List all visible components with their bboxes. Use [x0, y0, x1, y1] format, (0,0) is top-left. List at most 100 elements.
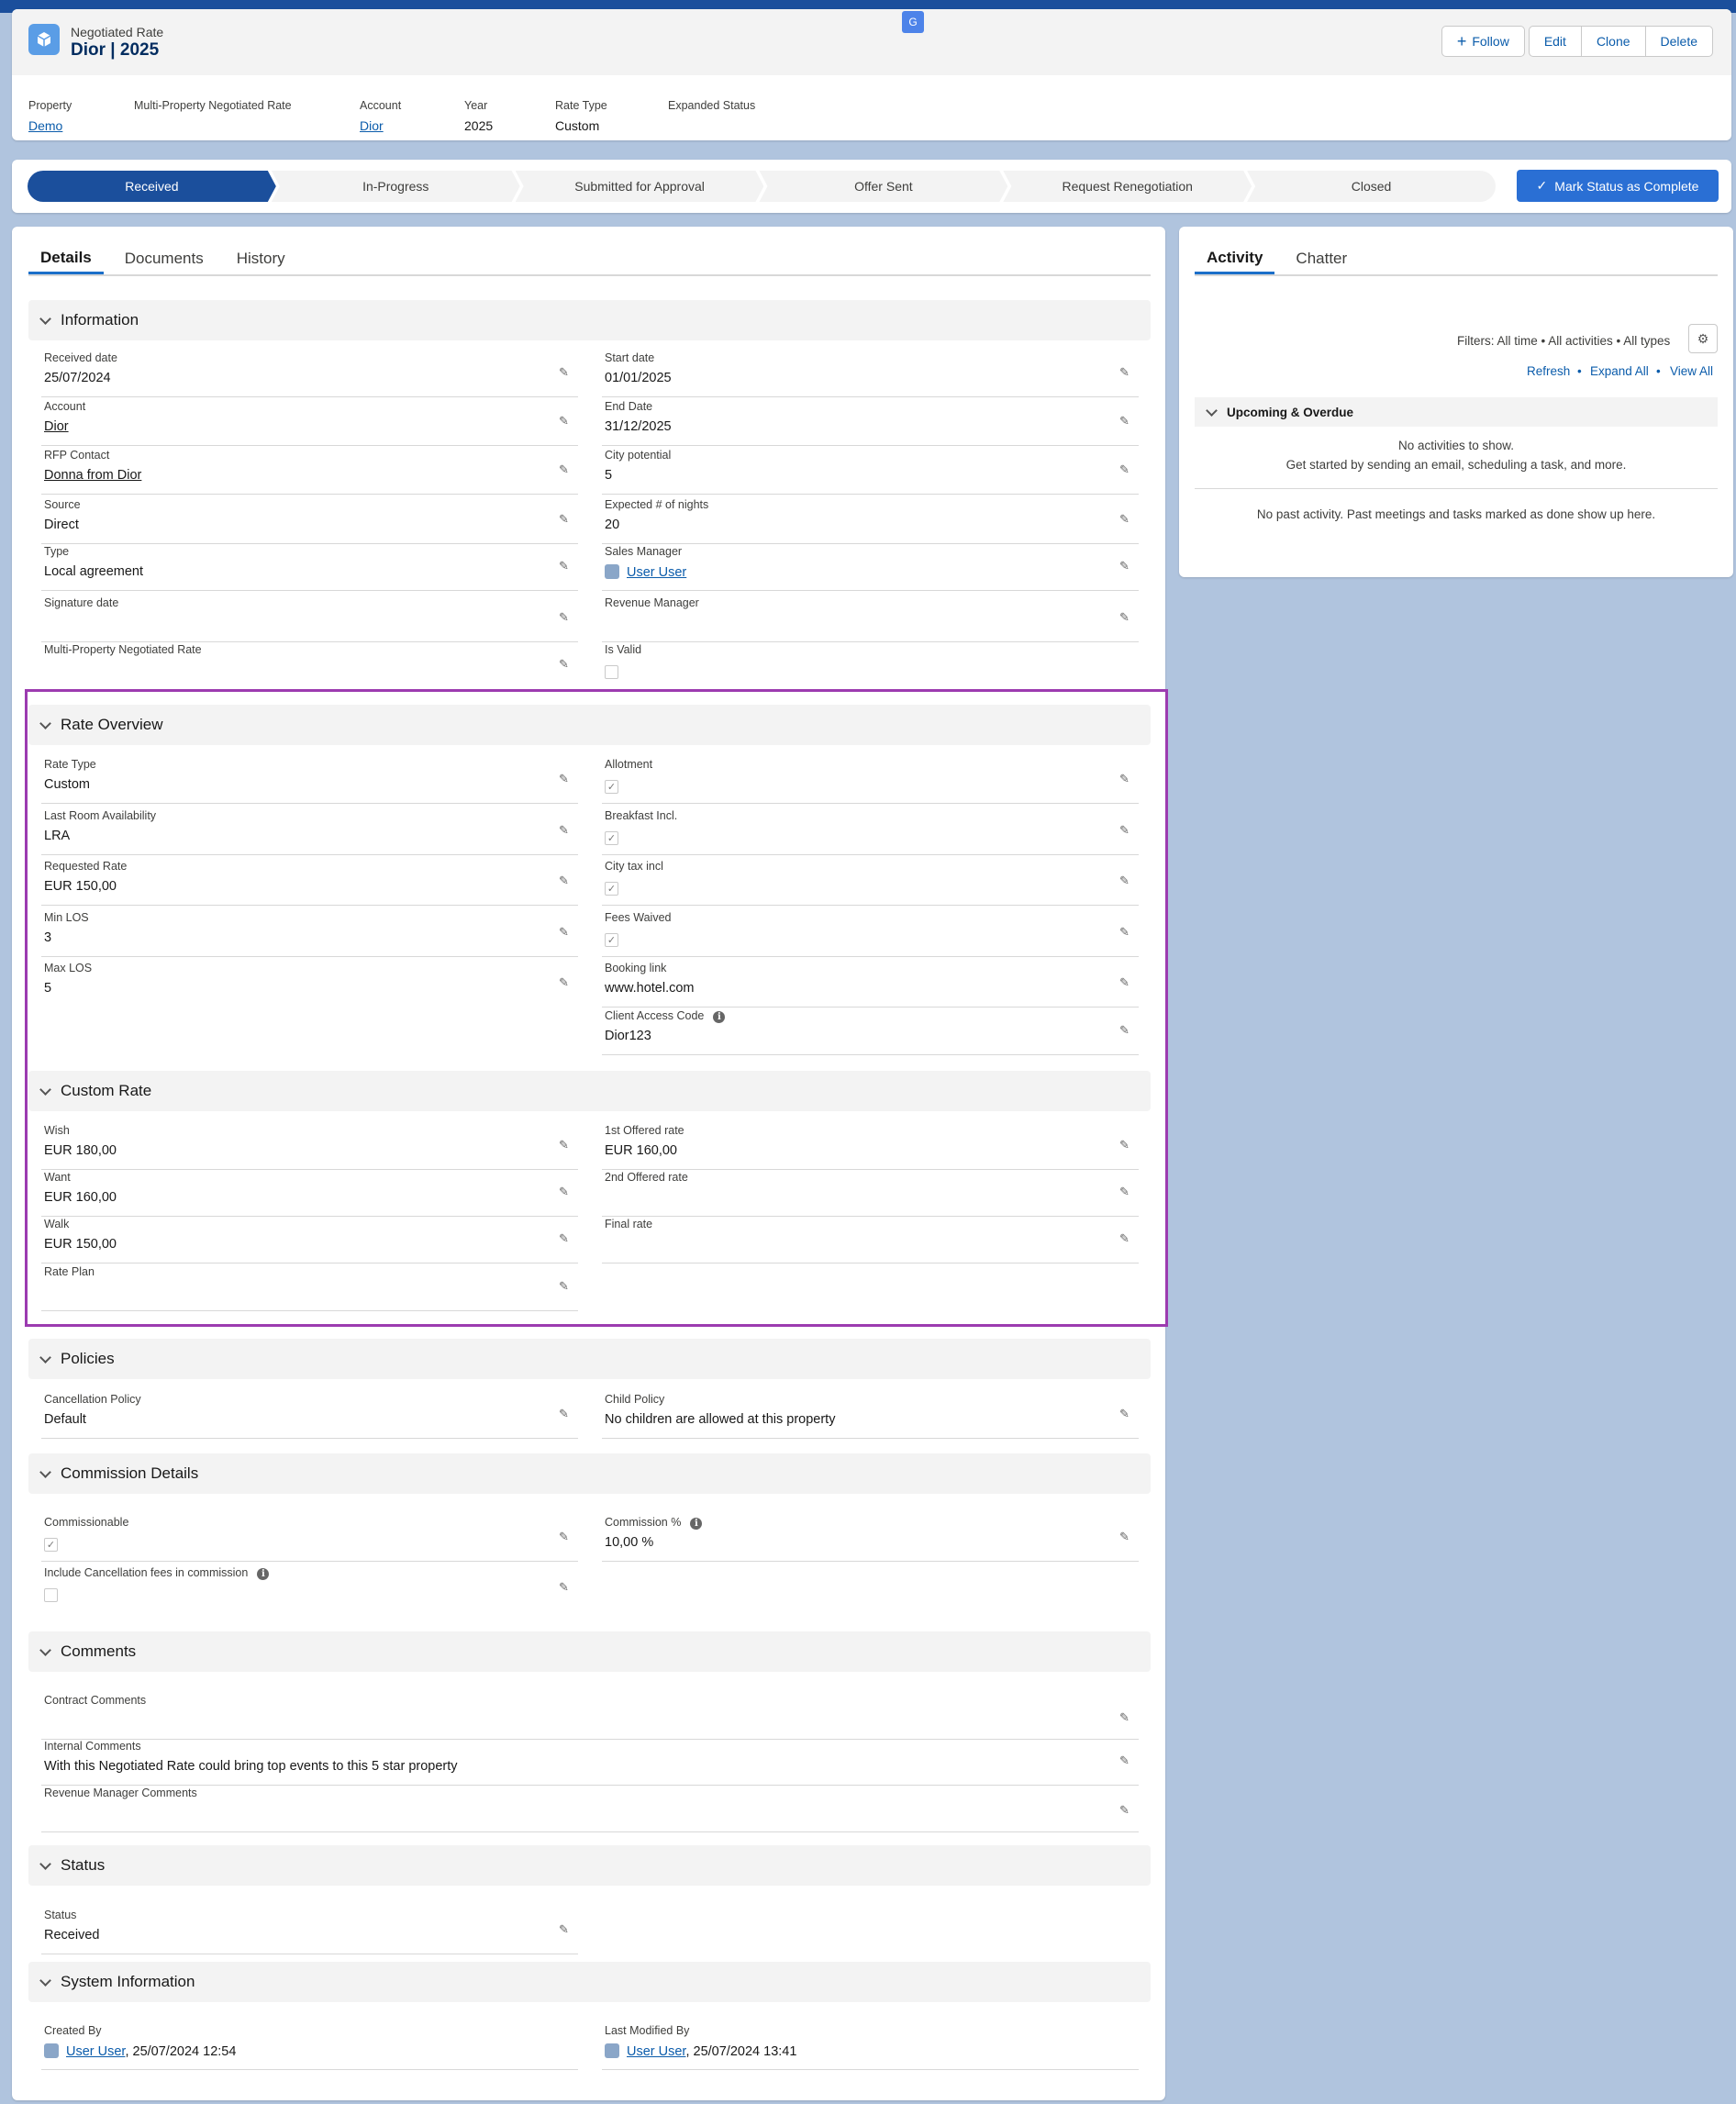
field-commission-percent: Commission % i 10,00 % ✎	[602, 1516, 1139, 1562]
section-comments[interactable]: Comments	[28, 1631, 1151, 1672]
gear-icon[interactable]: ⚙	[1688, 324, 1718, 353]
pencil-icon[interactable]: ✎	[1119, 414, 1133, 428]
pencil-icon[interactable]: ✎	[559, 772, 573, 785]
tab-details[interactable]: Details	[28, 243, 104, 274]
section-status[interactable]: Status	[28, 1845, 1151, 1886]
clone-button[interactable]: Clone	[1580, 26, 1646, 57]
field-city-potential: City potential 5 ✎	[602, 449, 1139, 495]
fees-waived-checkbox[interactable]: ✓	[605, 933, 618, 947]
highlight-label-year: Year	[464, 99, 488, 112]
pencil-icon[interactable]: ✎	[1119, 365, 1133, 379]
allotment-checkbox[interactable]: ✓	[605, 780, 618, 794]
field-is-valid: Is Valid	[602, 643, 1139, 689]
path-stage-received[interactable]: Received	[28, 171, 276, 202]
field-rate-plan: Rate Plan ✎	[41, 1265, 578, 1311]
pencil-icon[interactable]: ✎	[559, 1138, 573, 1152]
pencil-icon[interactable]: ✎	[1119, 1530, 1133, 1543]
pencil-icon[interactable]: ✎	[559, 657, 573, 671]
pencil-icon[interactable]: ✎	[559, 559, 573, 573]
delete-button[interactable]: Delete	[1644, 26, 1713, 57]
field-created-by: Created By User User, 25/07/2024 12:54	[41, 2024, 578, 2070]
section-commission[interactable]: Commission Details	[28, 1453, 1151, 1494]
is-valid-checkbox[interactable]	[605, 665, 618, 679]
pencil-icon[interactable]: ✎	[559, 610, 573, 624]
include-cancellation-checkbox[interactable]	[44, 1588, 58, 1602]
pencil-icon[interactable]: ✎	[559, 365, 573, 379]
city-tax-checkbox[interactable]: ✓	[605, 882, 618, 896]
breakfast-checkbox[interactable]: ✓	[605, 831, 618, 845]
pencil-icon[interactable]: ✎	[1119, 925, 1133, 939]
pencil-icon[interactable]: ✎	[559, 874, 573, 887]
path-stage-offer-sent[interactable]: Offer Sent	[759, 171, 1007, 202]
pencil-icon[interactable]: ✎	[559, 1407, 573, 1420]
view-all-link[interactable]: View All	[1670, 364, 1713, 378]
section-policies[interactable]: Policies	[28, 1339, 1151, 1379]
field-fees-waived: Fees Waived ✓ ✎	[602, 911, 1139, 957]
pencil-icon[interactable]: ✎	[1119, 1185, 1133, 1198]
field-rate-type: Rate Type Custom ✎	[41, 758, 578, 804]
field-walk: Walk EUR 150,00 ✎	[41, 1218, 578, 1264]
path-stage-closed[interactable]: Closed	[1247, 171, 1496, 202]
section-rate-overview[interactable]: Rate Overview	[28, 705, 1151, 745]
section-information[interactable]: Information	[28, 300, 1151, 340]
pencil-icon[interactable]: ✎	[559, 414, 573, 428]
pencil-icon[interactable]: ✎	[559, 1279, 573, 1293]
translate-icon[interactable]: G	[902, 11, 924, 33]
edit-button[interactable]: Edit	[1528, 26, 1582, 57]
pencil-icon[interactable]: ✎	[1119, 512, 1133, 526]
field-internal-comments: Internal Comments With this Negotiated Ra…	[41, 1740, 1139, 1786]
pencil-icon[interactable]: ✎	[559, 823, 573, 837]
pencil-icon[interactable]: ✎	[559, 1530, 573, 1543]
field-include-cancellation-fees: Include Cancellation fees in commission i…	[41, 1566, 578, 1612]
commissionable-checkbox[interactable]: ✓	[44, 1538, 58, 1552]
mark-status-complete-button[interactable]: ✓ Mark Status as Complete	[1517, 170, 1719, 202]
tab-documents[interactable]: Documents	[113, 243, 216, 274]
pencil-icon[interactable]: ✎	[1119, 823, 1133, 837]
header-actions: + Follow Edit Clone Delete	[1441, 26, 1713, 57]
follow-button[interactable]: + Follow	[1441, 26, 1525, 57]
pencil-icon[interactable]: ✎	[1119, 1803, 1133, 1817]
pencil-icon[interactable]: ✎	[1119, 1407, 1133, 1420]
pencil-icon[interactable]: ✎	[559, 1922, 573, 1936]
chevron-down-icon	[1206, 404, 1218, 417]
field-max-los: Max LOS 5 ✎	[41, 962, 578, 1007]
pencil-icon[interactable]: ✎	[1119, 1138, 1133, 1152]
path-stage-submitted[interactable]: Submitted for Approval	[516, 171, 764, 202]
tab-activity[interactable]: Activity	[1195, 243, 1275, 274]
path-stage-renegotiation[interactable]: Request Renegotiation	[1003, 171, 1252, 202]
pencil-icon[interactable]: ✎	[1119, 1710, 1133, 1724]
pencil-icon[interactable]: ✎	[1119, 1753, 1133, 1767]
highlight-value-account[interactable]: Dior	[360, 118, 384, 133]
tab-chatter[interactable]: Chatter	[1284, 243, 1359, 274]
pencil-icon[interactable]: ✎	[1119, 610, 1133, 624]
upcoming-overdue-header[interactable]: Upcoming & Overdue	[1195, 397, 1718, 427]
pencil-icon[interactable]: ✎	[559, 1580, 573, 1594]
pencil-icon[interactable]: ✎	[1119, 559, 1133, 573]
refresh-link[interactable]: Refresh	[1527, 364, 1570, 378]
pencil-icon[interactable]: ✎	[559, 462, 573, 476]
tab-history[interactable]: History	[225, 243, 297, 274]
pencil-icon[interactable]: ✎	[1119, 1023, 1133, 1037]
pencil-icon[interactable]: ✎	[1119, 1231, 1133, 1245]
pencil-icon[interactable]: ✎	[1119, 462, 1133, 476]
pencil-icon[interactable]: ✎	[1119, 874, 1133, 887]
field-received-date: Received date 25/07/2024 ✎	[41, 351, 578, 397]
pencil-icon[interactable]: ✎	[1119, 772, 1133, 785]
pencil-icon[interactable]: ✎	[1119, 975, 1133, 989]
pencil-icon[interactable]: ✎	[559, 512, 573, 526]
info-icon[interactable]: i	[713, 1011, 726, 1023]
path-stage-in-progress[interactable]: In-Progress	[272, 171, 520, 202]
info-icon[interactable]: i	[257, 1568, 270, 1580]
highlight-value-property[interactable]: Demo	[28, 118, 62, 133]
field-source: Source Direct ✎	[41, 498, 578, 544]
section-system-information[interactable]: System Information	[28, 1962, 1151, 2002]
pencil-icon[interactable]: ✎	[559, 1231, 573, 1245]
section-custom-rate[interactable]: Custom Rate	[28, 1071, 1151, 1111]
info-icon[interactable]: i	[690, 1518, 703, 1530]
plus-icon: +	[1456, 31, 1467, 50]
expand-all-link[interactable]: Expand All	[1590, 364, 1649, 378]
no-activities-text: No activities to show.	[1397, 439, 1515, 452]
pencil-icon[interactable]: ✎	[559, 1185, 573, 1198]
pencil-icon[interactable]: ✎	[559, 925, 573, 939]
pencil-icon[interactable]: ✎	[559, 975, 573, 989]
